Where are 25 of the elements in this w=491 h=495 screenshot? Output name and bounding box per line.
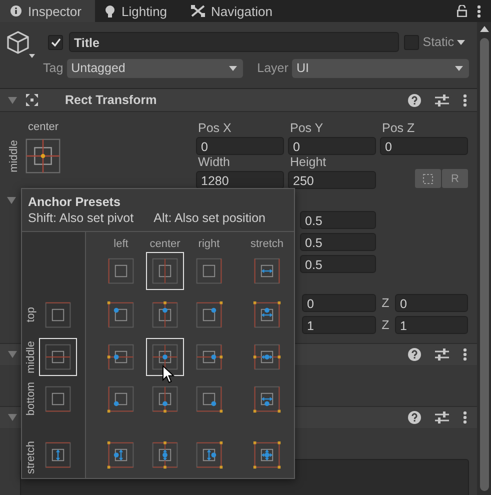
layer-label: Layer [257,61,288,75]
field-label: Pos Z [382,121,416,136]
field-label: Pos Y [290,121,324,136]
field-label: Width [198,155,231,170]
row-label: stretch [25,440,38,474]
row-label: top [25,307,38,323]
row-label: middle [25,340,38,374]
hint-text: Shift: Also set pivot [28,211,134,225]
axis-label: Z [380,318,390,332]
field-label: Pos X [198,121,232,136]
column-label: left [114,238,128,250]
dropdown-value: Untagged [71,61,126,75]
dropdown-value: UI [296,61,309,75]
component-title: Rect Transform [65,93,157,107]
hint-text: Alt: Also set position [154,211,266,225]
tag-label: Tag [43,61,64,75]
column-label: center [150,238,180,250]
row-label: bottom [25,382,38,416]
axis-label: Z [380,296,390,310]
column-label: right [198,238,220,250]
anchor-vertical-label: middle [8,140,20,172]
column-label: stretch [250,238,284,250]
field-label: Height [290,155,328,170]
anchor-horizontal-label: center [28,121,59,133]
popup-title: Anchor Presets [27,194,122,211]
